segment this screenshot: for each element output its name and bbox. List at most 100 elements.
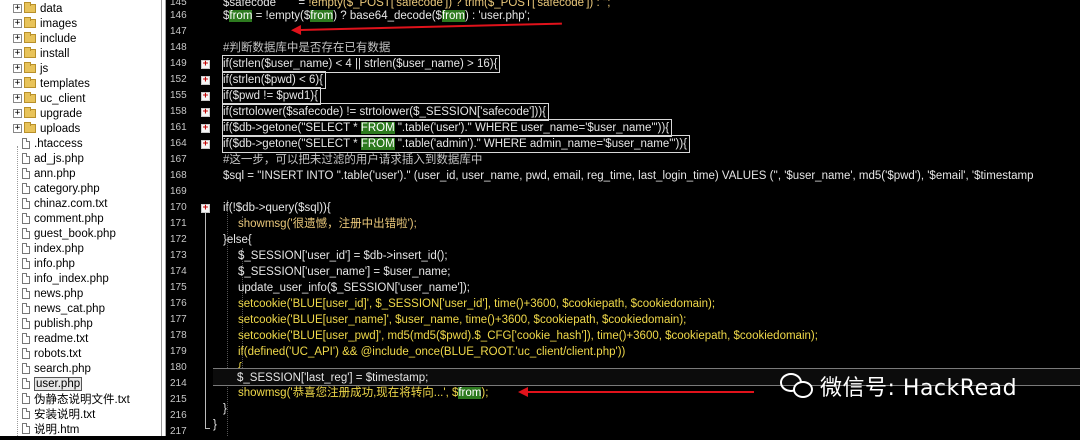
file-label: index.php bbox=[34, 242, 84, 255]
folder-templates[interactable]: + templates bbox=[13, 76, 90, 91]
folder-label: upgrade bbox=[40, 107, 83, 120]
line-number: 168 bbox=[170, 170, 187, 181]
file-item[interactable]: guest_book.php bbox=[22, 226, 116, 241]
expand-icon[interactable]: + bbox=[13, 124, 22, 133]
folder-label: data bbox=[40, 2, 63, 15]
file-item[interactable]: robots.txt bbox=[22, 346, 81, 361]
code-line-215: showmsg('恭喜您注册成功,现在将转向...', $from); bbox=[238, 387, 489, 399]
code-line-175: update_user_info($_SESSION['user_name'])… bbox=[238, 282, 470, 294]
file-item[interactable]: ann.php bbox=[22, 166, 76, 181]
expand-icon[interactable]: + bbox=[13, 64, 22, 73]
file-item[interactable]: news.php bbox=[22, 286, 83, 301]
folder-label: uploads bbox=[40, 122, 81, 135]
code-line-216: } bbox=[223, 403, 227, 415]
expand-icon[interactable]: + bbox=[13, 94, 22, 103]
file-icon bbox=[22, 288, 30, 299]
file-icon bbox=[22, 258, 30, 269]
file-item[interactable]: ad_js.php bbox=[22, 151, 84, 166]
file-icon bbox=[22, 153, 30, 164]
folder-label: js bbox=[40, 62, 49, 75]
code-line-173: $_SESSION['user_id'] = $db->insert_id(); bbox=[238, 250, 448, 262]
expand-icon[interactable]: + bbox=[13, 109, 22, 118]
file-item-selected[interactable]: user.php bbox=[22, 376, 83, 391]
folder-icon bbox=[24, 107, 36, 118]
code-line-179: if(defined('UC_API') && @include_once(BL… bbox=[238, 346, 626, 358]
folder-install[interactable]: + install bbox=[13, 46, 69, 61]
fold-expand-icon[interactable]: + bbox=[201, 76, 210, 85]
file-item[interactable]: news_cat.php bbox=[22, 301, 105, 316]
folder-upgrade[interactable]: + upgrade bbox=[13, 106, 82, 121]
file-item[interactable]: category.php bbox=[22, 181, 100, 196]
file-item[interactable]: publish.php bbox=[22, 316, 93, 331]
code-line-152: if(strlen($pwd) < 6){ bbox=[221, 71, 327, 89]
folder-icon bbox=[24, 62, 36, 73]
wechat-icon bbox=[780, 371, 814, 401]
fold-end-tick bbox=[205, 428, 210, 429]
folder-label: templates bbox=[40, 77, 90, 90]
folder-icon bbox=[24, 92, 36, 103]
file-item[interactable]: info_index.php bbox=[22, 271, 109, 286]
folder-images[interactable]: + images bbox=[13, 16, 77, 31]
fold-expand-icon[interactable]: + bbox=[201, 60, 210, 69]
file-label: category.php bbox=[34, 182, 100, 195]
line-number: 147 bbox=[170, 26, 187, 37]
folder-data[interactable]: + data bbox=[13, 1, 62, 16]
annotation-arrow bbox=[518, 387, 754, 397]
file-item[interactable]: 伪静态说明文件.txt bbox=[22, 391, 130, 406]
search-match: from bbox=[310, 10, 334, 22]
file-label: news_cat.php bbox=[34, 302, 105, 315]
file-item[interactable]: index.php bbox=[22, 241, 84, 256]
line-number: 158 bbox=[170, 106, 187, 117]
file-item[interactable]: info.php bbox=[22, 256, 75, 271]
file-item[interactable]: search.php bbox=[22, 361, 91, 376]
file-item[interactable]: 安装说明.txt bbox=[22, 406, 95, 421]
file-label: readme.txt bbox=[34, 332, 89, 345]
code-comment-167: #这一步，可以把未过滤的用户请求插入到数据库中 bbox=[223, 154, 483, 166]
expand-icon[interactable]: + bbox=[13, 4, 22, 13]
file-item[interactable]: 说明.htm bbox=[22, 421, 79, 436]
watermark: 微信号: HackRead bbox=[780, 366, 1017, 406]
folder-js[interactable]: + js bbox=[13, 61, 48, 76]
line-number: 177 bbox=[170, 314, 187, 325]
code-line-174: $_SESSION['user_name'] = $user_name; bbox=[238, 266, 451, 278]
search-match: FROM bbox=[360, 122, 395, 134]
fold-expand-icon[interactable]: + bbox=[201, 92, 210, 101]
fold-expand-icon[interactable]: + bbox=[201, 108, 210, 117]
line-number: 176 bbox=[170, 298, 187, 309]
line-number: 161 bbox=[170, 122, 187, 133]
file-item[interactable]: chinaz.com.txt bbox=[22, 196, 108, 211]
expand-icon[interactable]: + bbox=[13, 79, 22, 88]
line-number: 172 bbox=[170, 234, 187, 245]
fold-expand-icon[interactable]: + bbox=[201, 124, 210, 133]
file-item[interactable]: readme.txt bbox=[22, 331, 88, 346]
file-label: chinaz.com.txt bbox=[34, 197, 108, 210]
line-number: 174 bbox=[170, 266, 187, 277]
file-label: ann.php bbox=[34, 167, 76, 180]
file-icon bbox=[22, 393, 30, 404]
code-line-178: setcookie('BLUE[user_pwd]', md5(md5($pwd… bbox=[238, 330, 818, 342]
file-label: ad_js.php bbox=[34, 152, 84, 165]
fold-expand-icon[interactable]: + bbox=[201, 140, 210, 149]
expand-icon[interactable]: + bbox=[13, 49, 22, 58]
file-label: info.php bbox=[34, 257, 75, 270]
folder-include[interactable]: + include bbox=[13, 31, 76, 46]
file-item[interactable]: comment.php bbox=[22, 211, 104, 226]
code-comment-148: #判断数据库中是否存在已有数据 bbox=[223, 42, 391, 54]
code-line-164: if($db->getone("SELECT * FROM ".table('a… bbox=[221, 135, 691, 153]
file-item[interactable]: .htaccess bbox=[22, 136, 83, 151]
folder-icon bbox=[24, 122, 36, 133]
expand-icon[interactable]: + bbox=[13, 34, 22, 43]
code-line-172: }else{ bbox=[223, 234, 252, 246]
fold-expand-icon[interactable]: + bbox=[201, 204, 210, 213]
file-icon bbox=[22, 303, 30, 314]
code-line-176: setcookie('BLUE[user_id]', $_SESSION['us… bbox=[238, 298, 716, 310]
expand-icon[interactable]: + bbox=[13, 19, 22, 28]
file-label: user.php bbox=[34, 376, 83, 391]
folder-uploads[interactable]: + uploads bbox=[13, 121, 80, 136]
watermark-text: 微信号: HackRead bbox=[820, 376, 1018, 401]
line-number: 179 bbox=[170, 346, 187, 357]
file-icon bbox=[22, 318, 30, 329]
search-match: FROM bbox=[360, 138, 395, 150]
folder-icon bbox=[24, 47, 36, 58]
folder-uc-client[interactable]: + uc_client bbox=[13, 91, 85, 106]
